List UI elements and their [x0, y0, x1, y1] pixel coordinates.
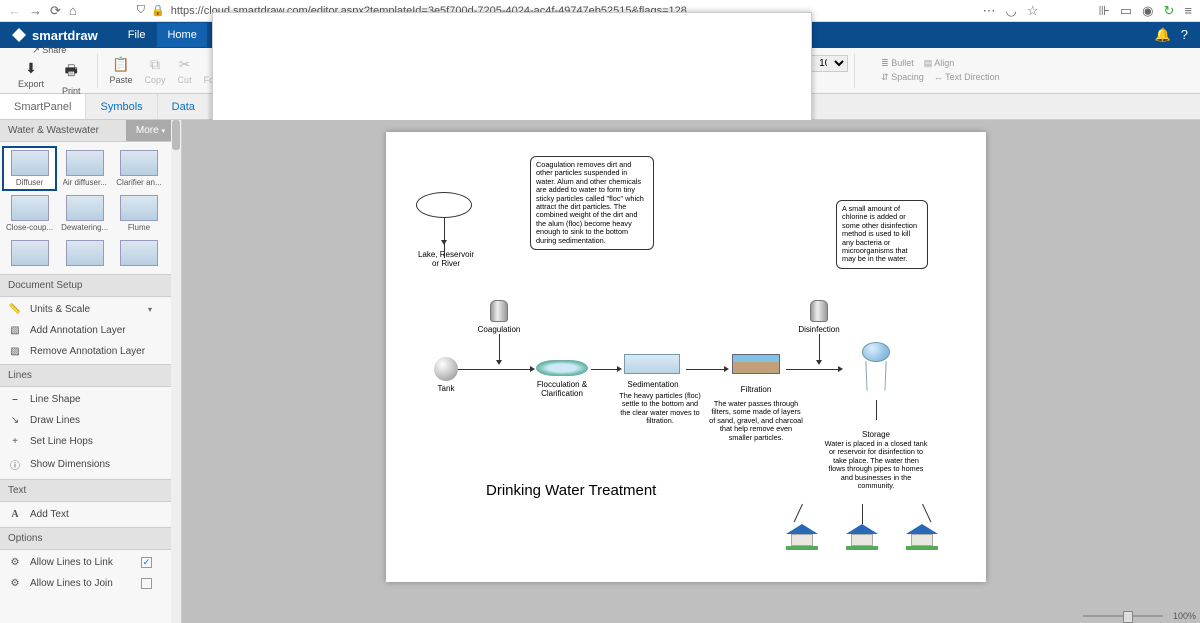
section-document-setup: Document Setup: [0, 274, 181, 297]
show-dimensions-button[interactable]: ⓘShow Dimensions: [0, 452, 160, 477]
menu-icon[interactable]: ≡: [1184, 3, 1192, 19]
symbol-library-name: Water & Wastewater: [0, 120, 126, 141]
library-icon[interactable]: ⊪: [1099, 3, 1110, 19]
diagram-page[interactable]: Lake, Reservoir or River Coagulation rem…: [386, 132, 986, 582]
text-direction-button[interactable]: ↔ Text Direction: [934, 72, 1000, 83]
more-icon[interactable]: ⋯: [983, 3, 996, 19]
panel-tabs: SmartPanel Symbols Data X › Page 1 ⊕: [0, 94, 1200, 120]
symbol-clarifier[interactable]: Clarifier an...: [112, 146, 165, 191]
back-icon[interactable]: ←: [8, 3, 21, 19]
menu-file[interactable]: File: [118, 23, 156, 47]
line-shape-button[interactable]: ⎯Line Shape: [0, 389, 160, 410]
tab-data[interactable]: Data: [158, 94, 210, 119]
export-button[interactable]: ⬇Export: [12, 60, 50, 89]
symbol-palette: Diffuser Air diffuser... Clarifier an...…: [0, 142, 160, 274]
symbol-close-coup[interactable]: Close-coup...: [2, 191, 57, 236]
add-text-button[interactable]: AAdd Text: [0, 504, 160, 525]
shape-tank[interactable]: [434, 357, 458, 381]
remove-annotation-button[interactable]: ▨Remove Annotation Layer: [0, 341, 160, 362]
sidebar-icon[interactable]: ▭: [1120, 3, 1132, 19]
symbol-item[interactable]: [112, 236, 165, 270]
app-logo[interactable]: smartdraw: [12, 28, 98, 43]
forward-icon[interactable]: →: [29, 3, 42, 19]
callout-filtration: The water passes through filters, some m…: [708, 400, 804, 442]
bookmark-icon[interactable]: ☆: [1027, 3, 1039, 19]
callout-sedimentation: The heavy particles (floc) settle to the…: [618, 392, 702, 426]
refresh-addon-icon[interactable]: ↻: [1164, 3, 1175, 19]
shape-source-oval[interactable]: [416, 192, 472, 218]
menu-home[interactable]: Home: [157, 23, 206, 47]
font-size-select[interactable]: 10: [810, 55, 848, 72]
allow-lines-join[interactable]: ⚙Allow Lines to Join: [0, 573, 160, 594]
zoom-level[interactable]: 100%: [1173, 611, 1196, 621]
label-storage: Storage: [854, 430, 898, 439]
label-sedimentation: Sedimentation: [622, 380, 684, 389]
lock-icon: 🔒: [151, 4, 165, 17]
symbol-air-diffuser[interactable]: Air diffuser...: [57, 146, 112, 191]
label-coagulation: Coagulation: [472, 325, 526, 334]
home-icon[interactable]: ⌂: [69, 3, 77, 19]
draw-lines-button[interactable]: ↘Draw Lines: [0, 410, 160, 431]
notifications-icon[interactable]: 🔔: [1155, 27, 1171, 43]
shape-disinfection[interactable]: [810, 300, 828, 322]
spacing-button[interactable]: ⇵ Spacing: [881, 72, 924, 83]
tab-symbols[interactable]: Symbols: [86, 94, 157, 119]
zoom-slider[interactable]: [1083, 615, 1163, 617]
shape-filtration[interactable]: [732, 354, 780, 374]
diagram-title: Drinking Water Treatment: [486, 482, 656, 499]
share-button[interactable]: ↗ Share: [12, 45, 87, 56]
shape-storage-tower[interactable]: [862, 342, 890, 392]
shape-flocculation[interactable]: [536, 360, 588, 376]
bullet-button[interactable]: ≣ Bullet: [881, 58, 914, 69]
callout-disinfection[interactable]: A small amount of chlorine is added or s…: [836, 200, 928, 269]
symbol-item[interactable]: [57, 236, 112, 270]
account-icon[interactable]: ◉: [1142, 3, 1153, 19]
callout-storage: Water is placed in a closed tank or rese…: [824, 440, 928, 490]
label-disinfection: Disinfection: [790, 325, 848, 334]
shape-house[interactable]: [786, 524, 818, 550]
smartpanel-sidebar: Water & Wastewater More ▾ Diffuser Air d…: [0, 120, 182, 623]
label-flocculation: Flocculation & Clarification: [526, 380, 598, 398]
drawing-canvas[interactable]: Lake, Reservoir or River Coagulation rem…: [182, 120, 1200, 623]
paste-button[interactable]: 📋Paste: [104, 48, 139, 93]
allow-lines-link[interactable]: ⚙Allow Lines to Link: [0, 552, 160, 573]
shield-icon[interactable]: ⛉: [137, 4, 145, 17]
reload-icon[interactable]: ⟳: [50, 3, 61, 19]
callout-coagulation[interactable]: Coagulation removes dirt and other parti…: [530, 156, 654, 250]
tab-smartpanel[interactable]: SmartPanel: [0, 94, 86, 119]
label-source: Lake, Reservoir or River: [408, 250, 484, 268]
line-hops-button[interactable]: +Set Line Hops: [0, 431, 160, 452]
label-tank: Tank: [430, 384, 462, 393]
symbol-item[interactable]: [2, 236, 57, 270]
add-annotation-button[interactable]: ▧Add Annotation Layer: [0, 320, 160, 341]
shape-sedimentation[interactable]: [624, 354, 680, 374]
app-brand: smartdraw: [32, 28, 98, 43]
symbol-dewatering[interactable]: Dewatering...: [57, 191, 112, 236]
print-button[interactable]: 🖶Print: [56, 60, 87, 96]
status-bar: 100%: [1083, 611, 1196, 621]
symbol-diffuser[interactable]: Diffuser: [2, 146, 57, 191]
units-scale-button[interactable]: 📏Units & Scale▾: [0, 299, 160, 320]
copy-button[interactable]: ⧉Copy: [139, 48, 172, 93]
align-button[interactable]: ▤ Align: [924, 58, 955, 69]
sidebar-scrollbar[interactable]: [171, 120, 181, 623]
shape-house[interactable]: [846, 524, 878, 550]
section-text: Text: [0, 479, 181, 502]
pocket-icon[interactable]: ◡: [1006, 3, 1017, 19]
shape-house[interactable]: [906, 524, 938, 550]
help-icon[interactable]: ?: [1181, 27, 1188, 43]
shape-coagulation[interactable]: [490, 300, 508, 322]
symbol-flume[interactable]: Flume: [112, 191, 165, 236]
label-filtration: Filtration: [734, 385, 778, 394]
section-lines: Lines: [0, 364, 181, 387]
cut-button[interactable]: ✂Cut: [172, 48, 198, 93]
section-options: Options: [0, 527, 181, 550]
